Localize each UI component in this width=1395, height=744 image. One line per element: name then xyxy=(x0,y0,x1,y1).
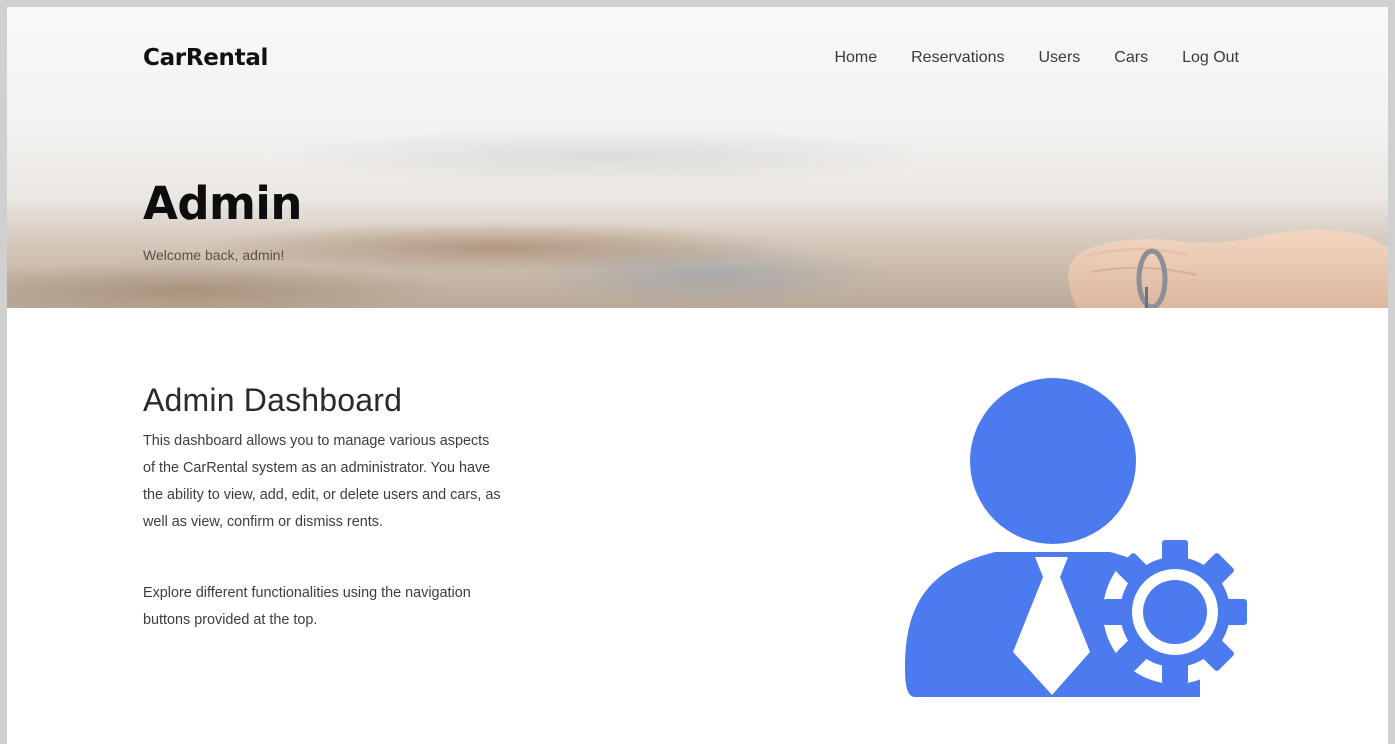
dashboard-instructions: Explore different functionalities using … xyxy=(143,585,471,628)
nav-reservations-link[interactable]: Reservations xyxy=(911,49,1004,67)
page-frame: CarRental Home Reservations Users Cars L… xyxy=(7,7,1388,744)
nav-cars-link[interactable]: Cars xyxy=(1114,49,1148,67)
hero-banner: CarRental Home Reservations Users Cars L… xyxy=(7,7,1388,308)
dashboard-heading: Admin Dashboard xyxy=(143,382,403,418)
admin-user-gear-icon xyxy=(905,378,1247,697)
welcome-message: Welcome back, admin! xyxy=(143,247,285,263)
nav-home-link[interactable]: Home xyxy=(834,49,877,67)
hero-background-blur xyxy=(7,262,457,308)
dashboard-description: This dashboard allows you to manage vari… xyxy=(143,433,501,530)
hand-with-key-image xyxy=(1068,230,1388,308)
page-title: Admin xyxy=(143,177,302,230)
hero-background-blur xyxy=(527,242,887,308)
brand-logo[interactable]: CarRental xyxy=(143,45,268,71)
nav-users-link[interactable]: Users xyxy=(1039,49,1081,67)
hero-background-blur xyxy=(257,127,957,187)
main-nav: Home Reservations Users Cars Log Out xyxy=(800,49,1239,67)
nav-logout-link[interactable]: Log Out xyxy=(1182,49,1239,67)
